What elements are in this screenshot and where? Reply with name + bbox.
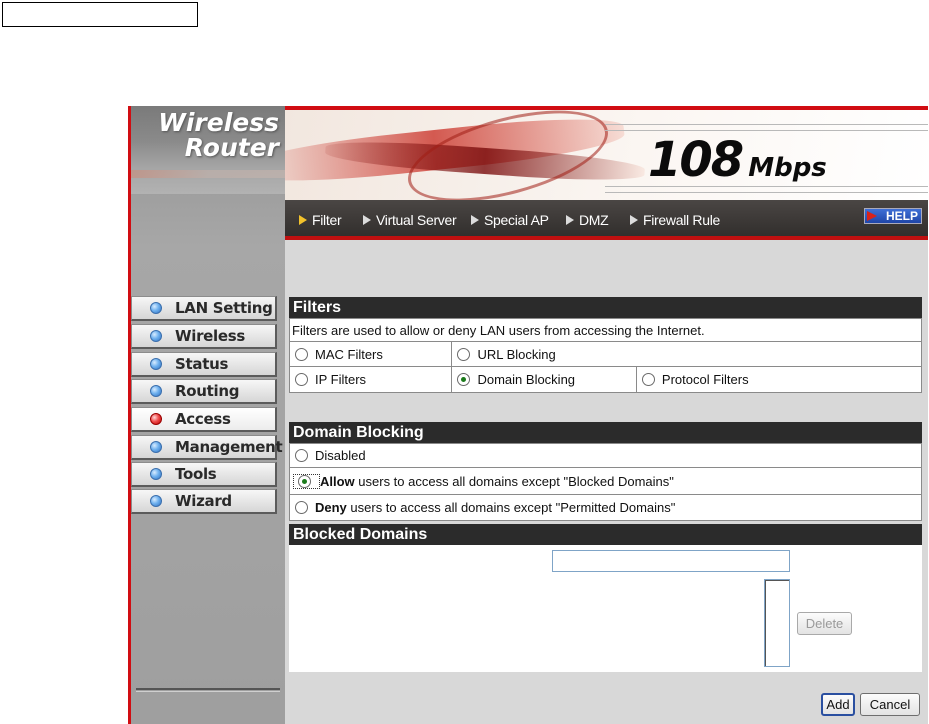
url-blocking-option[interactable]: URL Blocking (452, 342, 921, 366)
bullet-icon (150, 358, 162, 370)
blocked-domains-header: Blocked Domains (289, 524, 922, 545)
domain-blocking-option[interactable]: Domain Blocking (452, 367, 637, 392)
mac-filters-radio[interactable] (295, 347, 308, 361)
logo-text: Wireless Router (139, 110, 279, 160)
protocol-filters-radio[interactable] (641, 373, 655, 386)
sidebar-logo: Wireless Router (131, 106, 285, 194)
mac-filters-option[interactable]: MAC Filters (290, 342, 453, 366)
filters-row-1: MAC Filters URL Blocking (289, 342, 922, 367)
ip-filters-option[interactable]: IP Filters (290, 367, 453, 392)
tab-label: Firewall Rule (643, 212, 721, 228)
domain-blocking-label: Domain Blocking (477, 372, 576, 387)
filters-description-row: Filters are used to allow or deny LAN us… (289, 318, 922, 342)
bullet-icon (150, 468, 162, 480)
bullet-icon (150, 302, 162, 314)
sidebar-item-label: Access (175, 410, 231, 428)
bullet-icon (150, 385, 162, 397)
tab-dmz[interactable]: DMZ (566, 212, 609, 228)
speed-logo: 108 Mbps (648, 132, 827, 188)
ip-filters-radio[interactable] (295, 373, 308, 386)
play-arrow-icon (566, 215, 574, 225)
sidebar-item-label: LAN Setting (175, 299, 273, 317)
tab-special-ap[interactable]: Special AP (471, 212, 549, 228)
sidebar-item-label: Routing (175, 382, 240, 400)
sidebar-item-routing[interactable]: Routing (131, 379, 277, 404)
deny-radio[interactable] (295, 501, 308, 514)
bullet-icon (150, 441, 162, 453)
speed-unit: Mbps (748, 153, 827, 183)
sidebar-item-tools[interactable]: Tools (131, 462, 277, 487)
play-arrow-icon (471, 215, 479, 225)
sidebar-item-management[interactable]: Management (131, 435, 283, 460)
sidebar-item-label: Wizard (175, 492, 232, 510)
domain-input[interactable] (552, 550, 790, 572)
play-arrow-icon (363, 215, 371, 225)
tab-label: Virtual Server (376, 212, 457, 228)
cancel-button[interactable]: Cancel (860, 693, 920, 716)
allow-option[interactable]: Allow users to access all domains except… (289, 468, 922, 495)
deny-label: Deny users to access all domains except … (315, 500, 676, 515)
filters-row-2: IP Filters Domain Blocking Protocol Filt… (289, 367, 922, 393)
bullet-icon (150, 330, 162, 342)
tab-label: DMZ (579, 212, 609, 228)
allow-label: Allow users to access all domains except… (320, 473, 674, 489)
logo-line1: Wireless (158, 108, 279, 137)
sidebar-item-label: Status (175, 355, 229, 373)
active-bullet-icon (150, 413, 162, 425)
top-empty-box (2, 2, 198, 27)
allow-focus (293, 473, 320, 489)
tab-firewall-rule[interactable]: Firewall Rule (630, 212, 720, 228)
play-arrow-icon (630, 215, 638, 225)
filters-header: Filters (289, 297, 922, 318)
tab-label: Filter (312, 212, 342, 228)
url-blocking-label: URL Blocking (477, 346, 556, 362)
filters-description: Filters are used to allow or deny LAN us… (292, 322, 705, 338)
sidebar: Wireless Router LAN Setting Wireless Sta… (131, 106, 285, 724)
ip-filters-label: IP Filters (315, 372, 367, 387)
tab-filter[interactable]: Filter (299, 212, 342, 228)
play-arrow-icon (299, 215, 307, 225)
domain-blocking-header: Domain Blocking (289, 422, 922, 443)
help-arrow-icon (867, 211, 877, 221)
tab-virtual-server[interactable]: Virtual Server (363, 212, 457, 228)
router-admin-frame: Wireless Router LAN Setting Wireless Sta… (128, 106, 928, 724)
help-button[interactable]: HELP (864, 208, 922, 224)
mac-filters-label: MAC Filters (315, 346, 383, 362)
header-banner: 108 Mbps (285, 110, 928, 200)
disabled-radio[interactable] (295, 449, 308, 462)
protocol-filters-label: Protocol Filters (661, 372, 749, 387)
sidebar-item-label: Wireless (175, 327, 246, 345)
sidebar-item-status[interactable]: Status (131, 352, 277, 377)
delete-button[interactable]: Delete (797, 612, 852, 635)
sidebar-item-label: Tools (175, 465, 217, 483)
logo-line2: Router (184, 133, 279, 162)
main-panel: 108 Mbps Filter Virtual Server Special AP… (285, 106, 928, 724)
speed-number: 108 (648, 132, 744, 188)
deny-option[interactable]: Deny users to access all domains except … (289, 495, 922, 521)
sub-navigation: Filter Virtual Server Special AP DMZ Fir… (285, 200, 928, 240)
blocked-domains-list[interactable] (764, 579, 790, 667)
sidebar-item-wireless[interactable]: Wireless (131, 324, 277, 349)
sidebar-divider (136, 688, 280, 690)
sidebar-item-access[interactable]: Access (131, 407, 277, 432)
bullet-icon (150, 495, 162, 507)
help-label: HELP (885, 209, 918, 223)
sidebar-item-label: Management (175, 438, 283, 456)
domain-blocking-radio[interactable] (457, 373, 471, 386)
disabled-option[interactable]: Disabled (289, 443, 922, 468)
url-blocking-radio[interactable] (457, 347, 471, 361)
protocol-filters-option[interactable]: Protocol Filters (637, 367, 921, 392)
sidebar-item-wizard[interactable]: Wizard (131, 489, 277, 514)
disabled-label: Disabled (315, 448, 366, 463)
sidebar-item-lan-setting[interactable]: LAN Setting (131, 296, 277, 321)
add-button[interactable]: Add (821, 693, 855, 716)
allow-radio[interactable] (298, 474, 311, 488)
tab-label: Special AP (484, 212, 549, 228)
